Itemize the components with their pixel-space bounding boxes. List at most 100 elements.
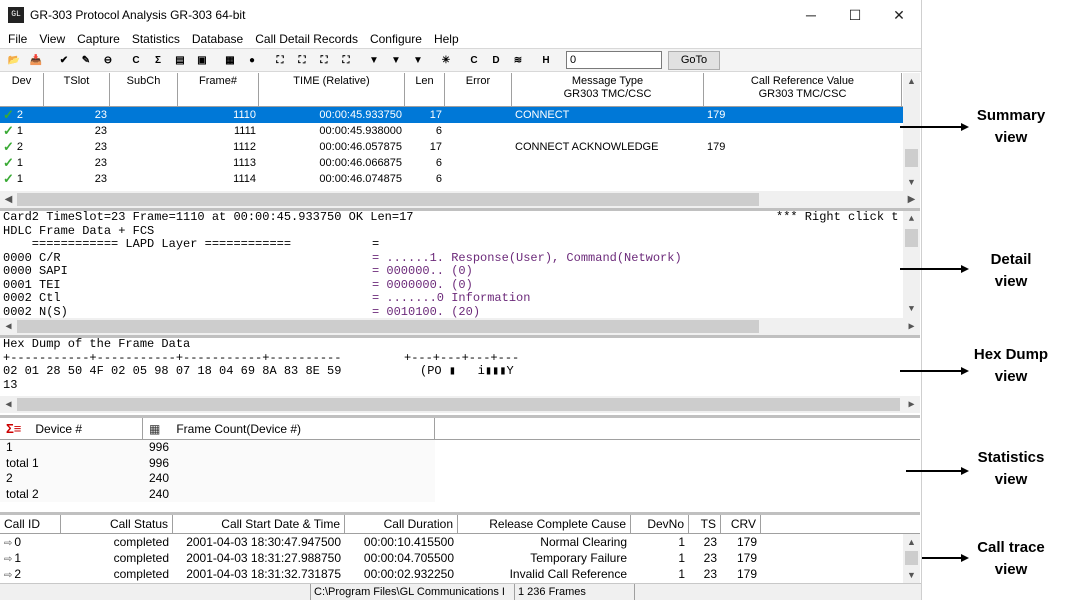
scroll-down-icon[interactable]: ▼ <box>903 567 920 583</box>
detail-field[interactable]: 0002 Ctl = .......0 Information <box>0 291 920 306</box>
column-header-error[interactable]: Error <box>445 73 512 106</box>
grid-icon[interactable]: ▦ <box>220 51 240 70</box>
search-prev-icon[interactable]: ⛶ <box>314 51 334 70</box>
open-capture-icon[interactable]: 📥 <box>26 51 46 70</box>
config-c-icon[interactable]: C <box>464 51 484 70</box>
config-d-icon[interactable]: D <box>486 51 506 70</box>
search-binoculars-icon[interactable]: ⛶ <box>270 51 290 70</box>
call-icon[interactable]: C <box>126 51 146 70</box>
summary-vertical-scrollbar[interactable]: ▲ ▼ <box>903 73 920 191</box>
column-header-frame-count[interactable]: ▦ Frame Count(Device #) <box>143 418 435 440</box>
table-row[interactable]: ✓ 1 23 1113 00:00:46.066875 6 <box>0 155 920 171</box>
detail-field[interactable]: 0002 N(S) = 0010100. (20) <box>0 305 920 320</box>
database-icon[interactable]: ▤ <box>170 51 190 70</box>
pdu-icon[interactable]: ≋ <box>508 51 528 70</box>
table-row[interactable]: ✓ 2 23 1112 00:00:46.057875 17 CONNECT ACKNOWL… <box>0 139 920 155</box>
menu-file[interactable]: File <box>2 32 33 46</box>
goto-button[interactable]: GoTo <box>668 50 720 70</box>
scroll-thumb[interactable] <box>905 229 918 247</box>
column-header-message-type[interactable]: Message Type GR303 TMC/CSC <box>512 73 704 106</box>
table-row[interactable]: ✓ 2 23 1110 00:00:45.933750 17 CONNECT 179 <box>0 107 920 123</box>
scroll-left-icon[interactable]: ◀ <box>0 321 17 333</box>
call-trace-row[interactable]: ⇨ 2 completed 2001-04-03 18:31:32.731875 00:… <box>0 566 920 582</box>
call-trace-row[interactable]: ⇨ 1 completed 2001-04-03 18:31:27.988750 00:… <box>0 550 920 566</box>
cell-id: ⇨ 1 <box>0 550 61 566</box>
scroll-up-icon[interactable]: ▲ <box>903 534 920 550</box>
scroll-thumb[interactable] <box>17 193 759 206</box>
call-trace-vertical-scrollbar[interactable]: ▲ ▼ <box>903 534 920 583</box>
scroll-up-icon[interactable]: ▲ <box>903 73 920 90</box>
hex-horizontal-scrollbar[interactable]: ◀ ▶ <box>0 396 920 413</box>
scroll-thumb[interactable] <box>905 149 918 167</box>
table-row[interactable]: ✓ 1 23 1114 00:00:46.074875 6 <box>0 171 920 187</box>
statistics-row[interactable]: total 1 996 <box>0 455 920 471</box>
column-header-call-start[interactable]: Call Start Date & Time <box>173 515 345 533</box>
menu-statistics[interactable]: Statistics <box>126 32 186 46</box>
column-header-device[interactable]: Σ≡ Device # <box>0 418 143 440</box>
maximize-button[interactable]: ☐ <box>833 0 877 30</box>
column-header-call-reference[interactable]: Call Reference Value GR303 TMC/CSC <box>704 73 902 106</box>
column-header-release-cause[interactable]: Release Complete Cause <box>458 515 631 533</box>
scroll-left-icon[interactable]: ◀ <box>0 399 17 411</box>
column-header-subch[interactable]: SubCh <box>110 73 178 106</box>
scroll-thumb[interactable] <box>17 320 759 333</box>
menu-call-detail-records[interactable]: Call Detail Records <box>249 32 364 46</box>
stop-icon[interactable]: ⊖ <box>98 51 118 70</box>
close-button[interactable]: ✕ <box>877 0 921 30</box>
menu-configure[interactable]: Configure <box>364 32 428 46</box>
column-header-call-status[interactable]: Call Status <box>61 515 173 533</box>
statistics-icon[interactable]: Σ <box>148 51 168 70</box>
summary-view: Dev TSlot SubCh Frame# TIME (Relative) L… <box>0 73 920 211</box>
decode-icon[interactable]: ✳ <box>436 51 456 70</box>
menu-help[interactable]: Help <box>428 32 465 46</box>
scroll-right-icon[interactable]: ▶ <box>903 399 920 411</box>
detail-vertical-scrollbar[interactable]: ▲ ▼ <box>903 211 920 318</box>
scroll-right-icon[interactable]: ▶ <box>903 321 920 333</box>
detail-field[interactable]: 0000 C/R = ......1. Response(User), Comma… <box>0 251 920 266</box>
goto-frame-input[interactable] <box>566 51 662 69</box>
search-all-icon[interactable]: ⛶ <box>336 51 356 70</box>
scroll-down-icon[interactable]: ▼ <box>903 174 920 191</box>
column-header-devno[interactable]: DevNo <box>631 515 689 533</box>
statistics-row[interactable]: total 2 240 <box>0 486 920 502</box>
edit-icon[interactable]: ✎ <box>76 51 96 70</box>
column-header-crv[interactable]: CRV <box>721 515 761 533</box>
open-file-icon[interactable]: 📂 <box>4 51 24 70</box>
scroll-right-icon[interactable]: ▶ <box>903 194 920 205</box>
column-header-ts[interactable]: TS <box>689 515 721 533</box>
scroll-down-icon[interactable]: ▼ <box>903 301 920 318</box>
set-trigger-icon[interactable]: ▼ <box>386 51 406 70</box>
circle-icon[interactable]: ● <box>242 51 262 70</box>
save-icon[interactable]: ▣ <box>192 51 212 70</box>
column-header-time[interactable]: TIME (Relative) <box>259 73 405 106</box>
table-row[interactable]: ✓ 1 23 1111 00:00:45.938000 6 <box>0 123 920 139</box>
call-trace-row[interactable]: ⇨ 0 completed 2001-04-03 18:30:47.947500 00:… <box>0 534 920 550</box>
search-next-icon[interactable]: ⛶ <box>292 51 312 70</box>
menu-capture[interactable]: Capture <box>71 32 126 46</box>
set-filter-icon[interactable]: ▼ <box>364 51 384 70</box>
scroll-up-icon[interactable]: ▲ <box>903 211 920 228</box>
menu-database[interactable]: Database <box>186 32 249 46</box>
column-header-dev[interactable]: Dev <box>0 73 44 106</box>
summary-horizontal-scrollbar[interactable]: ◀ ▶ <box>0 191 920 208</box>
scroll-thumb[interactable] <box>17 398 900 411</box>
detail-field[interactable]: 0001 TEI = 0000000. (0) <box>0 278 920 293</box>
column-header-call-duration[interactable]: Call Duration <box>345 515 458 533</box>
statistics-row[interactable]: 1 996 <box>0 440 920 456</box>
scroll-left-icon[interactable]: ◀ <box>0 194 17 205</box>
column-header-tslot[interactable]: TSlot <box>44 73 110 106</box>
hex-view-icon[interactable]: H <box>536 51 556 70</box>
detail-field[interactable]: 0000 SAPI = 000000.. (0) <box>0 264 920 279</box>
cell-device: 1 <box>0 440 143 456</box>
filter-icon[interactable]: ✔ <box>54 51 74 70</box>
detail-horizontal-scrollbar[interactable]: ◀ ▶ <box>0 318 920 335</box>
menu-view[interactable]: View <box>33 32 71 46</box>
scroll-thumb[interactable] <box>905 551 918 565</box>
statistics-row[interactable]: 2 240 <box>0 471 920 487</box>
trigger-icon[interactable]: ▼ <box>408 51 428 70</box>
column-header-call-id[interactable]: Call ID <box>0 515 61 533</box>
column-header-frame[interactable]: Frame# <box>178 73 259 106</box>
minimize-button[interactable]: ─ <box>789 0 833 30</box>
detail-layer-eq: = <box>372 237 380 251</box>
column-header-len[interactable]: Len <box>405 73 445 106</box>
